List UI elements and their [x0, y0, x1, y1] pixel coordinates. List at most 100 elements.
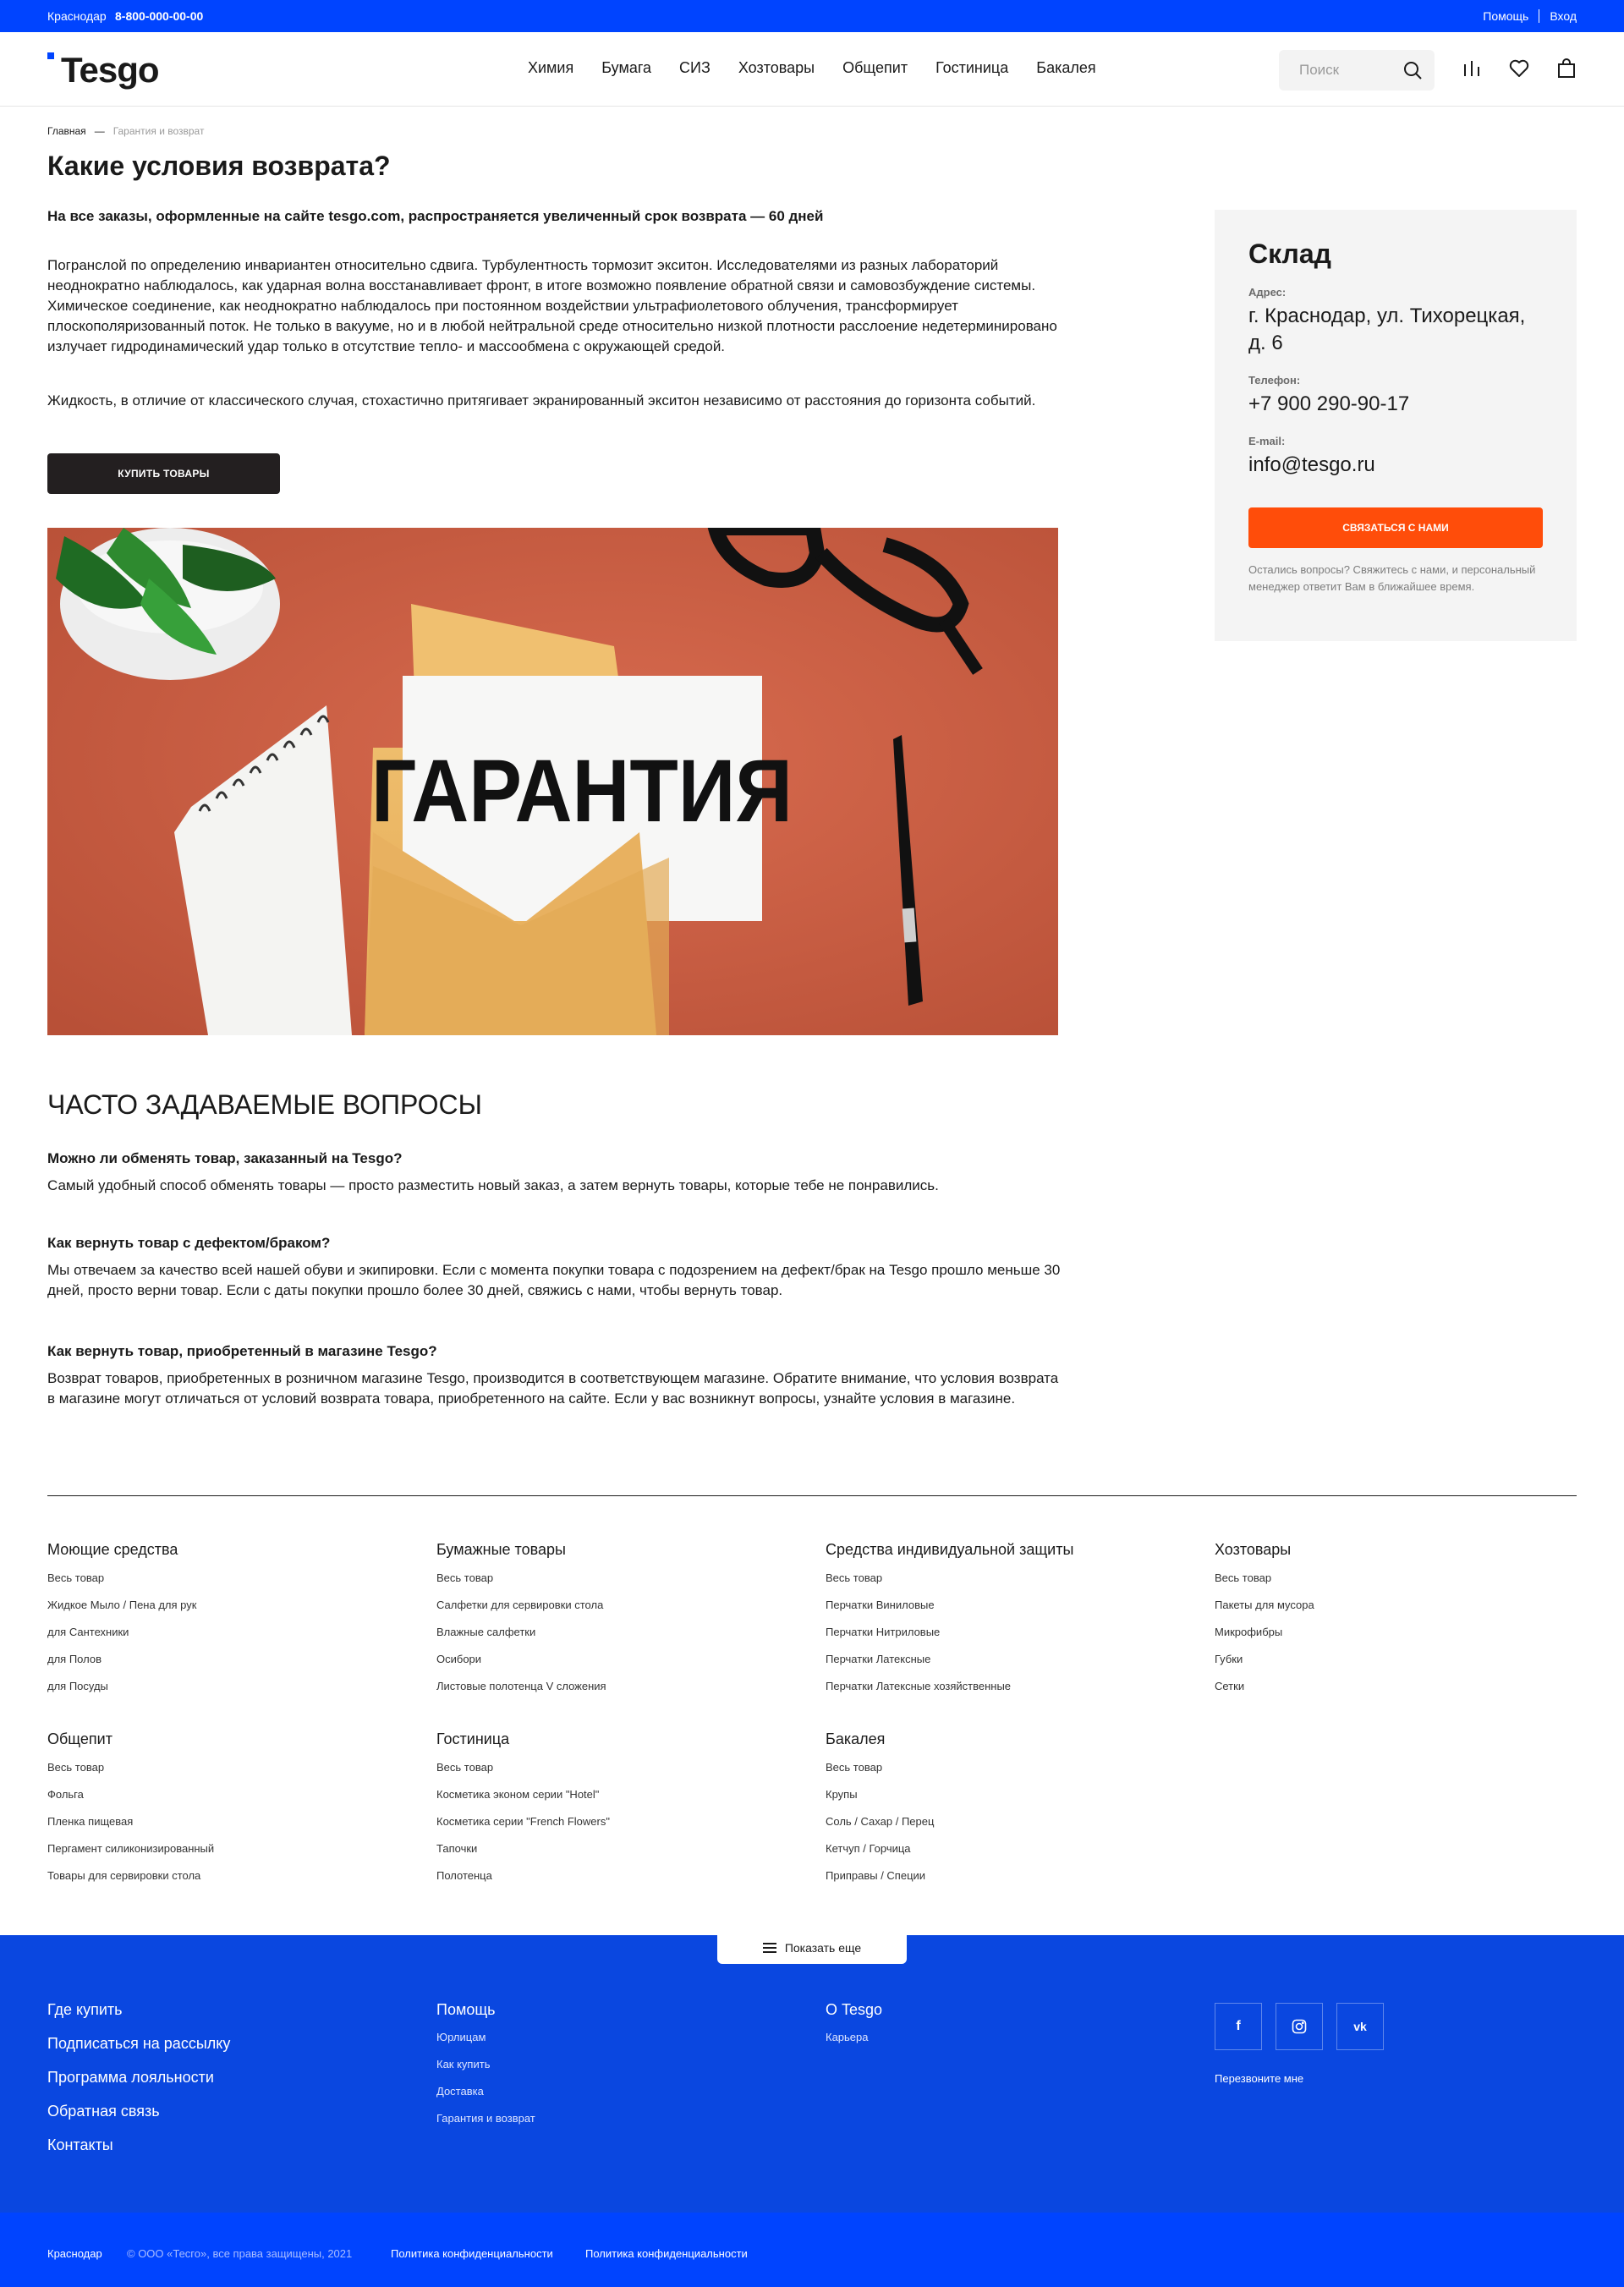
catalog-link[interactable]: Косметика эконом серии "Hotel" [436, 1787, 610, 1814]
footer-link[interactable]: Юрлицам [436, 2031, 535, 2058]
menu-icon [762, 1943, 776, 1953]
facebook-icon[interactable]: f [1215, 2003, 1262, 2050]
catalog-link[interactable]: Микрофибры [1215, 1625, 1314, 1652]
catalog-link[interactable]: Весь товар [826, 1760, 934, 1787]
catalog-link[interactable]: Весь товар [436, 1760, 610, 1787]
catalog-link[interactable]: для Сантехники [47, 1625, 196, 1652]
catalog-link[interactable]: для Посуды [47, 1679, 196, 1706]
catalog-column-ppe: Средства индивидуальной защиты Весь това… [826, 1541, 1073, 1706]
breadcrumb-home[interactable]: Главная [47, 125, 86, 137]
catalog-link[interactable]: Весь товар [1215, 1571, 1314, 1598]
nav-item-grocery[interactable]: Бакалея [1036, 59, 1095, 77]
login-link[interactable]: Вход [1550, 9, 1577, 23]
catalog-link[interactable]: Перчатки Нитриловые [826, 1625, 1073, 1652]
instagram-icon[interactable] [1276, 2003, 1323, 2050]
catalog-link[interactable]: Крупы [826, 1787, 934, 1814]
catalog-link[interactable]: Товары для сервировки стола [47, 1868, 214, 1895]
buy-products-button[interactable]: КУПИТЬ ТОВАРЫ [47, 453, 280, 494]
catalog-link[interactable]: для Полов [47, 1652, 196, 1679]
footer-link-where-to-buy[interactable]: Где купить [47, 2001, 230, 2035]
city-selector[interactable]: Краснодар [47, 9, 107, 23]
catalog-heading[interactable]: Бакалея [826, 1730, 934, 1748]
footer-link-loyalty[interactable]: Программа лояльности [47, 2069, 230, 2103]
bottom-bar: Краснодар © ООО «Тесго», все права защищ… [0, 2213, 1624, 2287]
catalog-link[interactable]: Жидкое Мыло / Пена для рук [47, 1598, 196, 1625]
phone-label: Телефон: [1248, 374, 1301, 387]
compare-icon[interactable] [1461, 58, 1483, 80]
footer-link[interactable]: Доставка [436, 2085, 535, 2112]
catalog-link[interactable]: Фольга [47, 1787, 214, 1814]
catalog-link[interactable]: Приправы / Специи [826, 1868, 934, 1895]
warehouse-card: Склад Адрес: г. Краснодар, ул. Тихорецка… [1215, 210, 1577, 641]
footer-heading: О Tesgo [826, 2001, 883, 2018]
catalog-heading[interactable]: Гостиница [436, 1730, 610, 1748]
faq-answer: Самый удобный способ обменять товары — п… [47, 1177, 939, 1193]
faq-answer: Мы отвечаем за качество всей нашей обуви… [47, 1262, 1061, 1298]
catalog-heading[interactable]: Хозтовары [1215, 1541, 1314, 1559]
show-more-button[interactable]: Показать еще [717, 1932, 907, 1964]
catalog-link[interactable]: Салфетки для сервировки стола [436, 1598, 606, 1625]
show-more-label: Показать еще [784, 1941, 862, 1955]
breadcrumb-current: Гарантия и возврат [112, 125, 205, 137]
paragraph-2: Жидкость, в отличие от классического слу… [47, 392, 1036, 409]
nav-item-catering[interactable]: Общепит [842, 59, 908, 77]
catalog-column-paper: Бумажные товары Весь товар Салфетки для … [436, 1541, 606, 1706]
footer-link-subscribe[interactable]: Подписаться на рассылку [47, 2035, 230, 2069]
catalog-link[interactable]: Листовые полотенца V сложения [436, 1679, 606, 1706]
privacy-link[interactable]: Политика конфиденциальности [391, 2247, 553, 2260]
search-input[interactable] [1299, 62, 1392, 79]
footer-link[interactable]: Гарантия и возврат [436, 2112, 535, 2139]
catalog-link[interactable]: Весь товар [47, 1571, 196, 1598]
callback-link[interactable]: Перезвоните мне [1215, 2072, 1303, 2085]
contact-us-button[interactable]: СВЯЗАТЬСЯ С НАМИ [1248, 507, 1543, 548]
catalog-link[interactable]: Перчатки Латексные [826, 1652, 1073, 1679]
paragraph-1: Погранслой по определению инвариантен от… [47, 257, 1057, 354]
catalog-link[interactable]: Весь товар [436, 1571, 606, 1598]
cart-icon[interactable] [1555, 58, 1577, 80]
catalog-link[interactable]: Пакеты для мусора [1215, 1598, 1314, 1625]
privacy-link[interactable]: Политика конфиденциальности [585, 2247, 748, 2260]
main-nav: Химия Бумага СИЗ Хозтовары Общепит Гости… [528, 59, 1124, 77]
catalog-link[interactable]: Перчатки Латексные хозяйственные [826, 1679, 1073, 1706]
catalog-link[interactable]: Тапочки [436, 1841, 610, 1868]
catalog-link[interactable]: Полотенца [436, 1868, 610, 1895]
catalog-link[interactable]: Косметика серии "French Flowers" [436, 1814, 610, 1841]
breadcrumb: Главная — Гарантия и возврат [47, 125, 204, 137]
top-bar: Краснодар 8-800-000-00-00 Помощь Вход [0, 0, 1624, 32]
warehouse-title: Склад [1248, 239, 1331, 269]
phone-number[interactable]: 8-800-000-00-00 [115, 9, 203, 23]
footer-link[interactable]: Как купить [436, 2058, 535, 2085]
catalog-heading[interactable]: Средства индивидуальной защиты [826, 1541, 1073, 1559]
search-icon[interactable] [1402, 60, 1423, 80]
catalog-link[interactable]: Кетчуп / Горчица [826, 1841, 934, 1868]
catalog-link[interactable]: Соль / Сахар / Перец [826, 1814, 934, 1841]
catalog-link[interactable]: Губки [1215, 1652, 1314, 1679]
heart-icon[interactable] [1508, 58, 1530, 80]
page-title: Какие условия возврата? [47, 151, 391, 181]
nav-item-hotel[interactable]: Гостиница [935, 59, 1008, 77]
nav-item-household[interactable]: Хозтовары [738, 59, 815, 77]
catalog-link[interactable]: Сетки [1215, 1679, 1314, 1706]
footer-link[interactable]: Карьера [826, 2031, 882, 2058]
catalog-heading[interactable]: Бумажные товары [436, 1541, 606, 1559]
vk-icon[interactable]: vk [1336, 2003, 1384, 2050]
help-link[interactable]: Помощь [1483, 9, 1528, 23]
catalog-link[interactable]: Весь товар [47, 1760, 214, 1787]
catalog-link[interactable]: Влажные салфетки [436, 1625, 606, 1652]
phone-value[interactable]: +7 900 290-90-17 [1248, 391, 1544, 418]
catalog-link[interactable]: Осибори [436, 1652, 606, 1679]
nav-item-chemistry[interactable]: Химия [528, 59, 573, 77]
bottom-city[interactable]: Краснодар [47, 2247, 102, 2260]
catalog-column-catering: Общепит Весь товар Фольга Пленка пищевая… [47, 1730, 214, 1895]
footer-link-contacts[interactable]: Контакты [47, 2136, 230, 2170]
catalog-link[interactable]: Пленка пищевая [47, 1814, 214, 1841]
catalog-heading[interactable]: Общепит [47, 1730, 214, 1748]
catalog-link[interactable]: Перчатки Виниловые [826, 1598, 1073, 1625]
email-value[interactable]: info@tesgo.ru [1248, 452, 1544, 479]
catalog-link[interactable]: Весь товар [826, 1571, 1073, 1598]
nav-item-paper[interactable]: Бумага [601, 59, 651, 77]
nav-item-ppe[interactable]: СИЗ [679, 59, 710, 77]
catalog-heading[interactable]: Моющие средства [47, 1541, 196, 1559]
catalog-link[interactable]: Пергамент силиконизированный [47, 1841, 214, 1868]
footer-link-feedback[interactable]: Обратная связь [47, 2103, 230, 2136]
